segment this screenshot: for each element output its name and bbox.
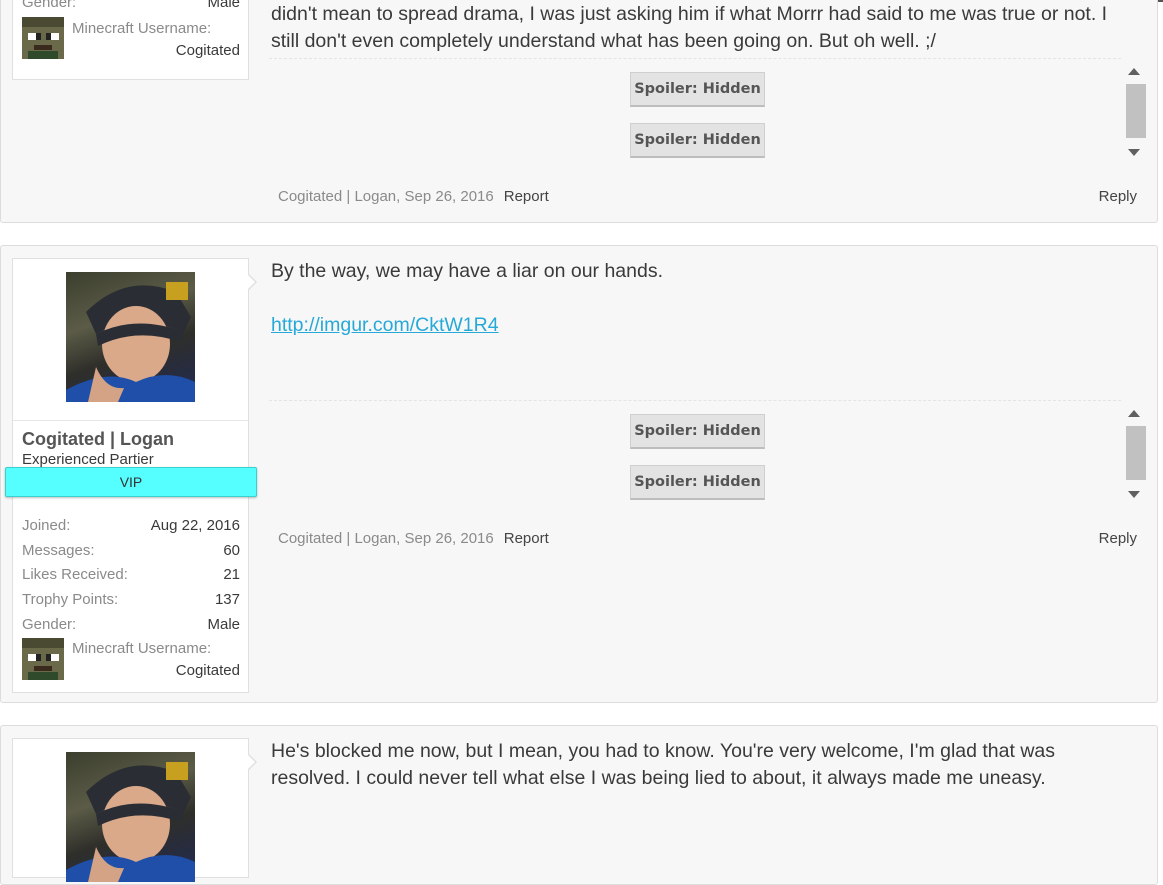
user-title: Experienced Partier (22, 451, 154, 468)
userbox-pointer (247, 273, 257, 291)
stat-row: Likes Received: 21 (22, 566, 240, 586)
post-meta: Cogitated | Logan, Sep 26, 2016 Report (278, 530, 549, 547)
post-message: didn't mean to spread drama, I was just … (271, 1, 1151, 55)
spoiler-button[interactable]: Spoiler: Hidden (630, 465, 765, 500)
avatar-photo (66, 282, 195, 402)
message-line: By the way, we may have a liar on our ha… (271, 260, 664, 282)
message-line: still don't even completely understand w… (271, 30, 936, 52)
stat-label: Likes Received: (22, 566, 128, 583)
signature-separator (269, 400, 1121, 401)
post-author-date[interactable]: Cogitated | Logan, Sep 26, 2016 (278, 530, 494, 547)
report-link[interactable]: Report (504, 530, 549, 547)
stat-value: Male (207, 616, 240, 633)
avatar-photo (66, 762, 195, 882)
minecraft-skin-avatar (22, 638, 64, 680)
post-1: Gender: Male Minecraft Username: Cogitat… (0, 0, 1158, 223)
reply-link[interactable]: Reply (1099, 530, 1137, 547)
minecraft-username-value: Cogitated (175, 662, 240, 679)
user-info-panel (12, 738, 257, 882)
scroll-up-arrow-icon[interactable] (1128, 410, 1140, 417)
message-line: didn't mean to spread drama, I was just … (271, 3, 1108, 25)
post-2: Cogitated | Logan Experienced Partier Jo… (0, 245, 1158, 703)
gender-label: Gender: (22, 0, 77, 11)
post-message: He's blocked me now, but I mean, you had… (271, 738, 1151, 792)
post-meta: Cogitated | Logan, Sep 26, 2016 Report (278, 188, 549, 205)
vip-banner: VIP (5, 467, 257, 497)
imgur-link[interactable]: http://imgur.com/CktW1R4 (271, 314, 499, 336)
scroll-down-arrow-icon[interactable] (1128, 149, 1140, 156)
scroll-thumb[interactable] (1126, 84, 1146, 138)
post-message: By the way, we may have a liar on our ha… (271, 258, 1151, 339)
username-link[interactable]: Cogitated | Logan (22, 429, 174, 450)
user-avatar[interactable] (66, 272, 195, 402)
stat-value: Aug 22, 2016 (150, 517, 240, 534)
stat-label: Joined: (22, 517, 71, 534)
minecraft-username-value: Cogitated (175, 42, 240, 59)
spoiler-button[interactable]: Spoiler: Hidden (630, 72, 765, 107)
minecraft-username-label: Minecraft Username: (72, 640, 212, 657)
stat-label: Trophy Points: (22, 591, 119, 608)
gender-row: Gender: Male (22, 0, 240, 14)
message-line: resolved. I could never tell what else I… (271, 767, 1046, 789)
stat-label: Gender: (22, 616, 77, 633)
gender-value: Male (207, 0, 240, 11)
spoiler-button[interactable]: Spoiler: Hidden (630, 123, 765, 158)
user-avatar[interactable] (66, 752, 195, 882)
user-info-panel: Gender: Male Minecraft Username: Cogitat… (12, 0, 249, 80)
signature-separator (269, 58, 1121, 59)
post-3: He's blocked me now, but I mean, you had… (0, 725, 1158, 885)
name-separator (13, 420, 248, 421)
message-line: He's blocked me now, but I mean, you had… (271, 740, 1056, 762)
post-author-date[interactable]: Cogitated | Logan, Sep 26, 2016 (278, 188, 494, 205)
spoiler-button[interactable]: Spoiler: Hidden (630, 414, 765, 449)
minecraft-username-label: Minecraft Username: (72, 20, 212, 37)
userbox-pointer (247, 753, 257, 771)
stat-value[interactable]: 60 (223, 542, 240, 559)
minecraft-skin-avatar (22, 17, 64, 59)
signature-scrollbar[interactable] (1123, 403, 1147, 511)
stat-value[interactable]: 137 (215, 591, 240, 608)
signature-scrollbar[interactable] (1123, 61, 1147, 169)
report-link[interactable]: Report (504, 188, 549, 205)
stat-row: Messages: 60 (22, 542, 240, 562)
scroll-thumb[interactable] (1126, 426, 1146, 480)
scroll-up-arrow-icon[interactable] (1128, 68, 1140, 75)
stat-label: Messages: (22, 542, 95, 559)
stat-row: Gender: Male (22, 616, 240, 636)
reply-link[interactable]: Reply (1099, 188, 1137, 205)
stat-row: Joined: Aug 22, 2016 (22, 517, 240, 537)
stat-row: Trophy Points: 137 (22, 591, 240, 611)
scroll-down-arrow-icon[interactable] (1128, 491, 1140, 498)
stat-value: 21 (223, 566, 240, 583)
